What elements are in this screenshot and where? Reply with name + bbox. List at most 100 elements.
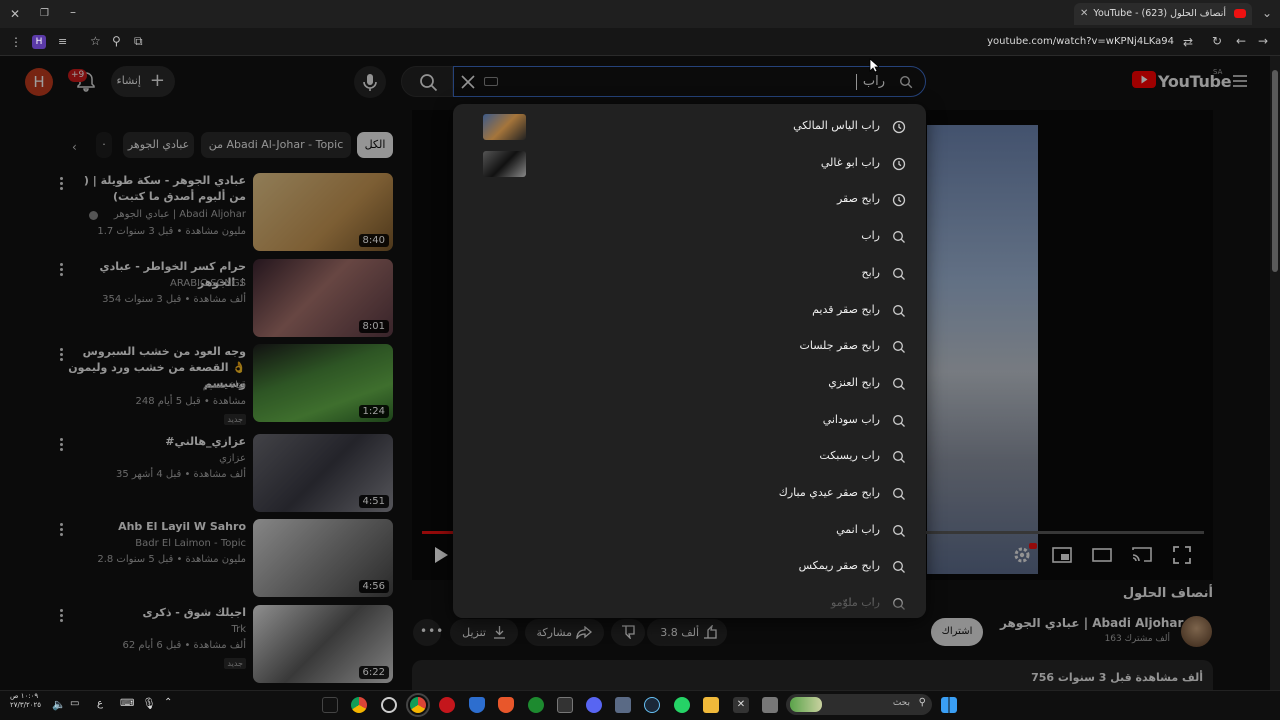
suggestion-item[interactable]: رابح صقر bbox=[453, 182, 926, 218]
video-menu-icon[interactable] bbox=[60, 523, 66, 538]
tray-expand-icon[interactable]: ⌃ bbox=[164, 697, 172, 708]
search-submit-button[interactable] bbox=[401, 66, 453, 97]
url-text[interactable]: youtube.com/watch?v=wKPNj4LKa94 bbox=[987, 36, 1174, 47]
taskbar-clock[interactable]: ١٠:٠٩ ص ٢٧/٣/٢٠٢٥ bbox=[10, 692, 41, 710]
capcut-app-icon[interactable]: ✕ bbox=[733, 697, 749, 713]
dislike-button-pill[interactable] bbox=[611, 619, 645, 646]
whatsapp-app-icon[interactable] bbox=[674, 697, 690, 713]
profile-icon[interactable]: H bbox=[32, 35, 46, 49]
suggestion-item[interactable]: راب انمي bbox=[453, 513, 926, 549]
cast-icon[interactable] bbox=[1132, 546, 1152, 563]
suggestion-item[interactable]: رابح العنزي bbox=[453, 366, 926, 402]
close-tab-icon[interactable]: ✕ bbox=[1080, 8, 1088, 20]
chip-partial[interactable]: · bbox=[96, 132, 112, 158]
reload-icon[interactable]: ↻ bbox=[1212, 35, 1222, 47]
keyboard-tray-icon[interactable]: ⌨ bbox=[120, 698, 134, 709]
related-video-3[interactable]: 1:24 وجه العود من خشب السبروس 👌 القصعة م… bbox=[40, 344, 394, 429]
video-thumbnail[interactable]: 4:51 bbox=[253, 434, 393, 512]
terminal-app-icon[interactable] bbox=[557, 697, 573, 713]
voice-search-button[interactable] bbox=[354, 66, 386, 98]
more-actions-button[interactable]: ••• bbox=[413, 619, 443, 646]
related-video-6[interactable]: 6:22 اجيلك شوق - ذكرى Trk 62 ألف مشاهدة … bbox=[40, 605, 394, 685]
browser-menu-icon[interactable]: ⋮ bbox=[10, 36, 22, 48]
chrome-app-icon[interactable] bbox=[351, 697, 367, 713]
search-input[interactable]: راب bbox=[453, 66, 926, 97]
related-video-2[interactable]: 8:01 حرام كسر الخواطر - عبادي الجوهر ♪ A… bbox=[40, 259, 394, 339]
channel-name[interactable]: عزازي bbox=[219, 453, 246, 464]
chrome-active-app-icon[interactable] bbox=[406, 693, 430, 717]
video-thumbnail[interactable]: 8:01 bbox=[253, 259, 393, 337]
suggestion-item[interactable]: راب ابو غالي bbox=[453, 146, 926, 182]
taskbar-search-box[interactable]: بحث ⚲ bbox=[786, 694, 932, 715]
site-settings-icon[interactable]: ⇄ bbox=[1183, 36, 1193, 48]
security-shield-icon[interactable] bbox=[469, 697, 485, 713]
battery-icon[interactable]: ▭ bbox=[70, 698, 79, 709]
forward-icon[interactable]: ← bbox=[1236, 35, 1246, 47]
channel-name[interactable]: Badr El Laimon - Topic bbox=[135, 538, 246, 549]
video-title[interactable]: عبادي الجوهر - سكة طويلة | ( من ألبوم أص… bbox=[76, 173, 246, 205]
suggestion-item[interactable]: رابح صقر جلسات bbox=[453, 329, 926, 365]
suggestion-item[interactable]: رابح صقر عيدي مبارك bbox=[453, 476, 926, 512]
youtube-app-icon[interactable] bbox=[439, 697, 455, 713]
video-menu-icon[interactable] bbox=[60, 263, 66, 278]
youtube-logo-icon[interactable] bbox=[1132, 71, 1156, 88]
download-button[interactable]: تنزيل bbox=[450, 619, 518, 646]
channel-avatar[interactable] bbox=[1181, 616, 1212, 647]
reading-list-icon[interactable]: ≡ bbox=[58, 36, 67, 48]
brave-app-icon[interactable] bbox=[498, 697, 514, 713]
input-language[interactable]: ع bbox=[97, 698, 103, 709]
suggestion-item[interactable]: راب ريسبكت bbox=[453, 439, 926, 475]
channel-name[interactable]: ARABIC SONGS bbox=[170, 278, 246, 289]
screenshot-icon[interactable]: ⧉ bbox=[134, 35, 143, 47]
related-video-4[interactable]: 4:51 #عزازي_هالني عزازي 35 ألف مشاهدة • … bbox=[40, 434, 394, 514]
steam-app-icon[interactable] bbox=[644, 697, 660, 713]
tiktok-app-icon[interactable] bbox=[322, 697, 338, 713]
tab-search-icon[interactable]: ⌄ bbox=[1262, 7, 1272, 19]
channel-name[interactable]: Trk bbox=[231, 624, 246, 635]
suggestion-item[interactable]: رابح bbox=[453, 256, 926, 292]
channel-name[interactable]: عبادي الجوهر | Abadi Aljohar bbox=[114, 209, 246, 220]
maximize-window-icon[interactable]: ❐ bbox=[40, 8, 49, 20]
video-title[interactable]: #عزازي_هالني bbox=[76, 434, 246, 450]
chip-abadi-aljohar[interactable]: عبادي الجوهر bbox=[123, 132, 194, 158]
suggestion-thumbnail[interactable] bbox=[483, 114, 526, 140]
video-menu-icon[interactable] bbox=[60, 438, 66, 453]
suggestion-item[interactable]: راب bbox=[453, 219, 926, 255]
microphone-tray-icon[interactable]: 🎙 bbox=[142, 697, 156, 710]
suggestion-item[interactable]: رابح صقر ريمكس bbox=[453, 549, 926, 585]
bookmark-star-icon[interactable]: ☆ bbox=[90, 35, 101, 47]
video-thumbnail[interactable]: 8:40 bbox=[253, 173, 393, 251]
account-avatar[interactable]: H bbox=[25, 68, 53, 96]
suggestion-item[interactable]: راب سوداني bbox=[453, 403, 926, 439]
miniplayer-icon[interactable] bbox=[1052, 547, 1072, 563]
channel-name[interactable]: قناة صميم bbox=[203, 380, 246, 391]
suggestion-thumbnail[interactable] bbox=[483, 150, 526, 177]
keyboard-icon[interactable] bbox=[484, 77, 498, 86]
video-menu-icon[interactable] bbox=[60, 177, 66, 192]
suggestion-item[interactable]: رابح صقر قديم bbox=[453, 293, 926, 329]
video-thumbnail[interactable]: 6:22 bbox=[253, 605, 393, 683]
hamburger-menu-icon[interactable] bbox=[1232, 74, 1248, 88]
task-view-icon[interactable] bbox=[762, 697, 778, 713]
xbox-app-icon[interactable] bbox=[528, 697, 544, 713]
suggestion-item[interactable]: راب الياس المالكي bbox=[453, 109, 926, 145]
fullscreen-icon[interactable] bbox=[1173, 546, 1191, 564]
chip-from-topic[interactable]: من Abadi Al-Johar - Topic bbox=[201, 132, 351, 158]
create-button[interactable]: إنشاء + bbox=[111, 66, 175, 97]
share-button[interactable]: مشاركة bbox=[525, 619, 604, 646]
related-video-5[interactable]: 4:56 Ahb El Layil W Sahro Badr El Laimon… bbox=[40, 519, 394, 599]
video-menu-icon[interactable] bbox=[60, 609, 66, 624]
browser-tab[interactable]: ✕ YouTube - (623) أنصاف الحلول bbox=[1074, 3, 1252, 25]
discord-app-icon[interactable] bbox=[586, 697, 602, 713]
minimize-window-icon[interactable]: – bbox=[70, 6, 76, 18]
chip-all[interactable]: الكل bbox=[357, 132, 393, 158]
video-menu-icon[interactable] bbox=[60, 348, 66, 363]
related-video-1[interactable]: 8:40 عبادي الجوهر - سكة طويلة | ( من ألب… bbox=[40, 173, 394, 253]
like-button[interactable]: 3.8 ألف bbox=[651, 619, 727, 646]
chips-prev-icon[interactable]: ‹ bbox=[72, 140, 77, 154]
store-app-icon[interactable] bbox=[615, 697, 631, 713]
close-window-icon[interactable]: ✕ bbox=[10, 8, 20, 20]
openai-app-icon[interactable] bbox=[381, 697, 397, 713]
file-explorer-icon[interactable] bbox=[703, 697, 719, 713]
video-thumbnail[interactable]: 4:56 bbox=[253, 519, 393, 597]
